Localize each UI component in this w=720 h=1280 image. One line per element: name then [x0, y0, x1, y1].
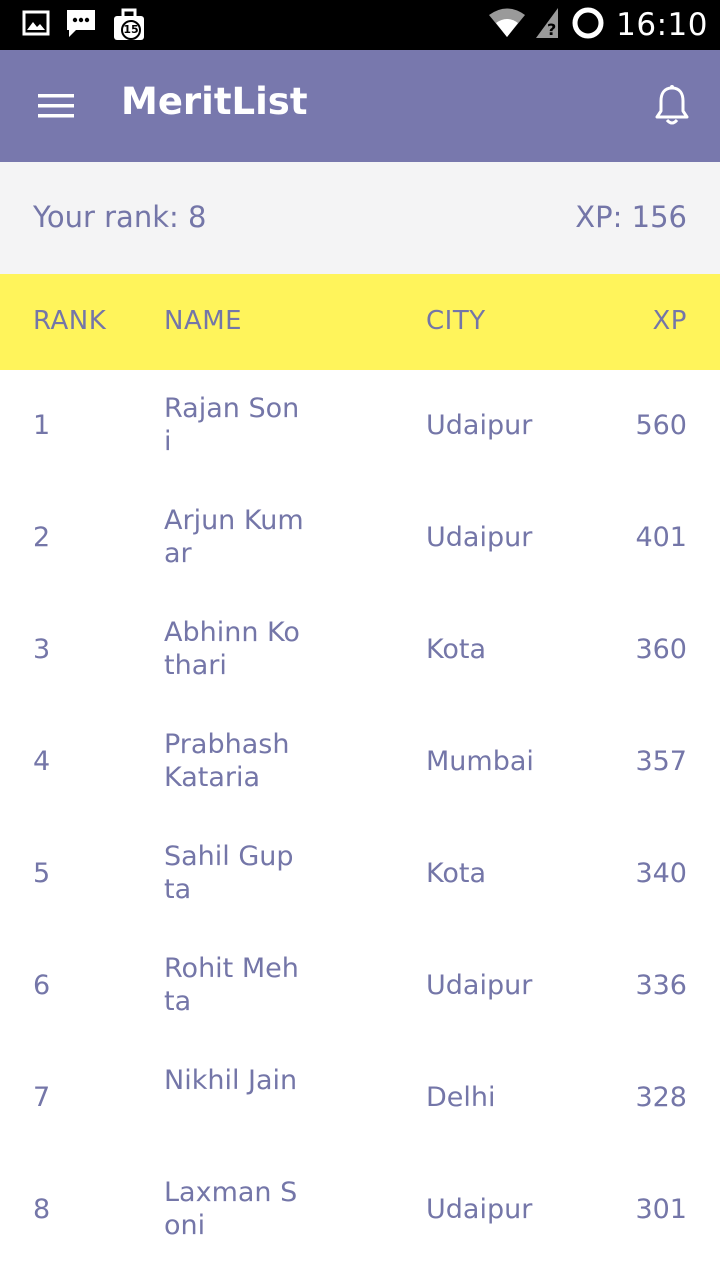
status-bar: 15 ? 16:10 [0, 0, 720, 50]
column-header-rank: RANK [33, 306, 107, 336]
menu-button[interactable] [36, 90, 76, 122]
bell-icon [652, 85, 692, 132]
table-row[interactable]: 6 Rohit Mehta Udaipur 336 [0, 930, 720, 1042]
name-cell: Nikhil Jain [164, 1065, 298, 1096]
rank-cell: 5 [33, 858, 51, 889]
system-icons: ? 16:10 [488, 4, 708, 46]
notification-icons: 15 [22, 8, 146, 42]
table-row[interactable]: 4 Prabhash Kataria Mumbai 357 [0, 706, 720, 818]
name-cell: Abhinn Kothari [164, 617, 300, 681]
name-cell: Rohit Mehta [164, 953, 299, 1017]
city-cell: Mumbai [426, 746, 534, 777]
notifications-button[interactable] [652, 84, 692, 128]
wifi-icon [488, 8, 526, 42]
xp-cell: 401 [635, 522, 687, 553]
rank-cell: 8 [33, 1194, 51, 1225]
your-xp-text: XP: 156 [575, 200, 687, 234]
app-bar: MeritList [0, 50, 720, 162]
battery-ring-icon [570, 5, 606, 45]
rank-cell: 2 [33, 522, 51, 553]
rank-cell: 7 [33, 1082, 51, 1113]
xp-cell: 301 [635, 1194, 687, 1225]
name-cell: Arjun Kumar [164, 505, 304, 569]
table-row[interactable]: 2 Arjun Kumar Udaipur 401 [0, 482, 720, 594]
merit-list: 1 Rajan Soni Udaipur 560 2 Arjun Kumar U… [0, 370, 720, 1266]
city-cell: Udaipur [426, 410, 533, 441]
user-rank-summary: Your rank: 8 XP: 156 [0, 162, 720, 274]
column-header-name: NAME [164, 306, 243, 336]
table-row[interactable]: 5 Sahil Gupta Kota 340 [0, 818, 720, 930]
name-cell: Laxman Soni [164, 1177, 298, 1241]
svg-text:?: ? [547, 20, 556, 38]
rank-cell: 4 [33, 746, 51, 777]
xp-cell: 340 [635, 858, 687, 889]
name-cell: Rajan Soni [164, 393, 300, 457]
hamburger-menu-icon [36, 94, 76, 126]
xp-cell: 360 [635, 634, 687, 665]
table-row[interactable]: 7 Nikhil Jain Delhi 328 [0, 1042, 720, 1154]
table-row[interactable]: 3 Abhinn Kothari Kota 360 [0, 594, 720, 706]
city-cell: Udaipur [426, 522, 533, 553]
page-title: MeritList [121, 80, 308, 123]
city-cell: Kota [426, 858, 487, 889]
city-cell: Kota [426, 634, 487, 665]
table-header: RANK NAME CITY XP [0, 274, 720, 370]
rank-cell: 1 [33, 410, 51, 441]
chat-icon [64, 7, 98, 43]
xp-cell: 336 [635, 970, 687, 1001]
table-row[interactable]: 1 Rajan Soni Udaipur 560 [0, 370, 720, 482]
city-cell: Delhi [426, 1082, 496, 1113]
notification-badge: 15 [123, 23, 139, 36]
rank-cell: 3 [33, 634, 51, 665]
your-rank-text: Your rank: 8 [33, 200, 207, 234]
xp-cell: 560 [635, 410, 687, 441]
column-header-city: CITY [426, 306, 486, 336]
column-header-xp: XP [652, 306, 687, 336]
city-cell: Udaipur [426, 970, 533, 1001]
name-cell: Sahil Gupta [164, 841, 294, 905]
briefcase-icon: 15 [112, 8, 146, 42]
rank-cell: 6 [33, 970, 51, 1001]
xp-cell: 357 [635, 746, 687, 777]
table-row[interactable]: 8 Laxman Soni Udaipur 301 [0, 1154, 720, 1266]
name-cell: Prabhash Kataria [164, 729, 290, 793]
status-time: 16:10 [616, 7, 708, 43]
image-icon [22, 10, 50, 40]
xp-cell: 328 [635, 1082, 687, 1113]
signal-unknown-icon: ? [536, 8, 560, 42]
city-cell: Udaipur [426, 1194, 533, 1225]
